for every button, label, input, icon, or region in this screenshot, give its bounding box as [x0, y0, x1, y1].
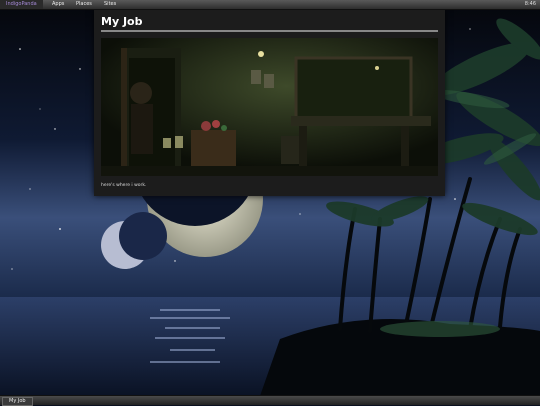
- menu-apps[interactable]: Apps: [46, 0, 70, 9]
- my-job-window[interactable]: My Job here's where i work.: [94, 10, 445, 196]
- window-caption: here's where i work.: [101, 183, 147, 188]
- taskbar: My Job: [0, 395, 540, 406]
- menu-sites[interactable]: Sites: [98, 0, 122, 9]
- brand-menu[interactable]: IndigoPanda: [0, 0, 43, 9]
- menu-places[interactable]: Places: [70, 0, 98, 9]
- top-menu-bar: IndigoPanda Apps Places Sites 8:46: [0, 0, 540, 10]
- title-divider: [101, 30, 438, 32]
- clock: 8:46: [524, 1, 536, 7]
- workplace-photo: [101, 38, 438, 176]
- window-title: My Job: [101, 15, 143, 28]
